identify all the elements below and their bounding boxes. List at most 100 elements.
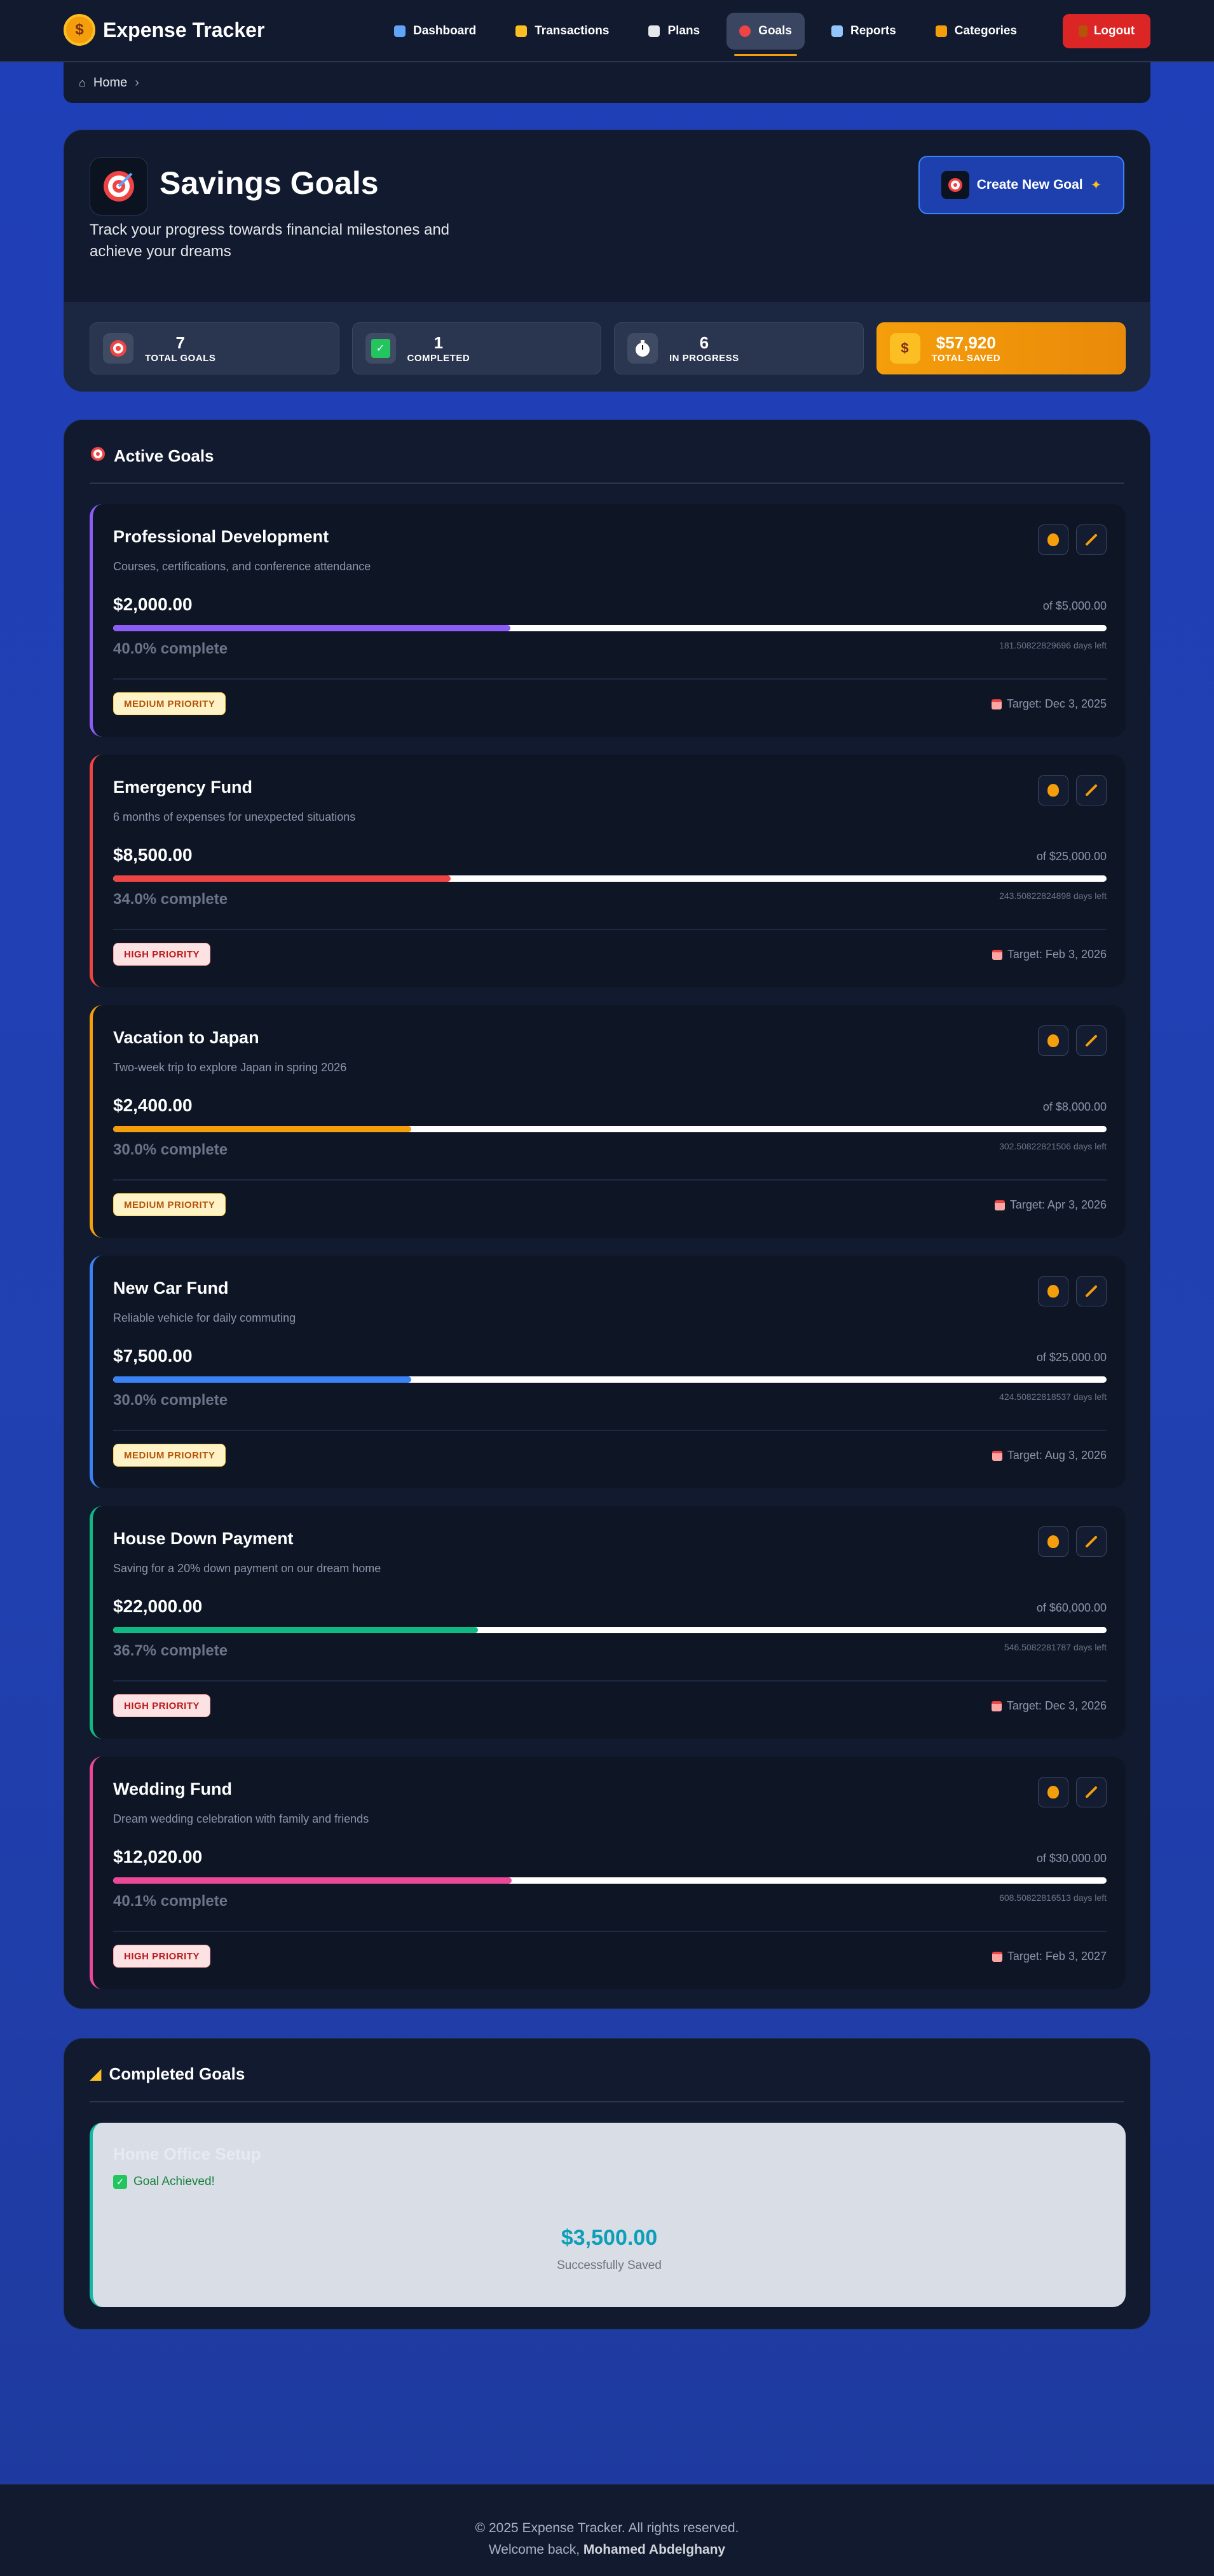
- divider: [113, 1179, 1107, 1181]
- page-title: Savings Goals: [160, 165, 379, 201]
- priority-badge: HIGH PRIORITY: [113, 943, 211, 966]
- divider: [113, 1430, 1107, 1431]
- goal-days-left: 181.50822829696 days left: [999, 640, 1107, 650]
- calendar-icon: [991, 699, 1002, 709]
- completed-goals-title: Completed Goals: [109, 2064, 245, 2083]
- money-bag-icon: $: [889, 333, 920, 364]
- edit-goal-button[interactable]: [1076, 1276, 1107, 1306]
- goal-actions: [1038, 1025, 1107, 1056]
- divider: [113, 929, 1107, 930]
- goal-target-amount: of $25,000.00: [1036, 850, 1107, 863]
- goal-percent: 40.0% complete: [113, 640, 228, 657]
- goal-description: Reliable vehicle for daily commuting: [113, 1312, 296, 1324]
- nav-reports[interactable]: Reports: [819, 13, 909, 50]
- priority-badge: HIGH PRIORITY: [113, 1945, 211, 1968]
- goal-target-amount: of $30,000.00: [1036, 1852, 1107, 1865]
- navbar: $ Expense Tracker Dashboard Transactions…: [0, 0, 1214, 62]
- progress-fill: [113, 625, 511, 631]
- stats-row: 7 TOTAL GOALS ✓ 1 COMPLETED 6 IN PROGRESS $…: [64, 302, 1150, 391]
- edit-goal-button[interactable]: [1076, 524, 1107, 555]
- goal-card[interactable]: House Down Payment Saving for a 20% down …: [90, 1506, 1126, 1739]
- goal-description: Courses, certifications, and conference …: [113, 560, 371, 573]
- goal-current-amount: $2,000.00: [113, 594, 193, 614]
- edit-goal-button[interactable]: [1076, 1025, 1107, 1056]
- pencil-icon: [1086, 1536, 1097, 1547]
- nav-transactions[interactable]: Transactions: [503, 13, 622, 50]
- goal-card[interactable]: Emergency Fund 6 months of expenses for u…: [90, 755, 1126, 987]
- edit-goal-button[interactable]: [1076, 1526, 1107, 1557]
- party-popper-icon: ◢: [90, 2066, 102, 2083]
- goal-card[interactable]: New Car Fund Reliable vehicle for daily c…: [90, 1256, 1126, 1488]
- logout-label: Logout: [1093, 24, 1135, 38]
- target-icon: [941, 171, 969, 199]
- edit-goal-button[interactable]: [1076, 775, 1107, 805]
- goal-days-left: 243.50822824898 days left: [999, 891, 1107, 901]
- breadcrumb-home[interactable]: Home: [93, 76, 127, 90]
- goal-description: Two-week trip to explore Japan in spring…: [113, 1061, 347, 1074]
- goal-description: 6 months of expenses for unexpected situ…: [113, 811, 356, 823]
- breadcrumb: ⌂ Home ›: [64, 62, 1150, 103]
- nav-plans[interactable]: Plans: [636, 13, 713, 50]
- goal-target-date: Target: Aug 3, 2026: [992, 1449, 1107, 1462]
- brand-name: Expense Tracker: [103, 18, 265, 41]
- goal-current-amount: $12,020.00: [113, 1847, 203, 1867]
- stat-total-goals: 7 TOTAL GOALS: [90, 322, 339, 374]
- goal-target-date-text: Target: Aug 3, 2026: [1007, 1449, 1107, 1462]
- target-icon: [90, 157, 148, 216]
- progress-bar: [113, 1376, 1107, 1383]
- completed-goal-title: Home Office Setup: [113, 2144, 261, 2163]
- divider: [113, 678, 1107, 680]
- goal-percent: 36.7% complete: [113, 1642, 228, 1659]
- goal-card[interactable]: Vacation to Japan Two-week trip to explor…: [90, 1005, 1126, 1238]
- money-bag-icon: [1047, 1034, 1059, 1047]
- add-money-button[interactable]: [1038, 524, 1068, 555]
- goal-card[interactable]: Professional Development Courses, certifi…: [90, 504, 1126, 737]
- completed-goal-card[interactable]: Home Office Setup ✓ Goal Achieved! $3,50…: [90, 2123, 1126, 2307]
- nav-goals[interactable]: Goals: [726, 13, 805, 56]
- goal-actions: [1038, 1276, 1107, 1306]
- edit-goal-button[interactable]: [1076, 1777, 1107, 1807]
- goal-days-left: 424.50822818537 days left: [999, 1392, 1107, 1402]
- goal-actions: [1038, 775, 1107, 805]
- stat-label: TOTAL SAVED: [931, 353, 1001, 364]
- goal-title: New Car Fund: [113, 1278, 229, 1298]
- goal-target-date: Target: Dec 3, 2025: [991, 697, 1107, 711]
- add-money-button[interactable]: [1038, 1276, 1068, 1306]
- door-icon: [1078, 25, 1088, 37]
- add-money-button[interactable]: [1038, 1025, 1068, 1056]
- nav-categories-label: Categories: [954, 24, 1017, 38]
- add-money-button[interactable]: [1038, 1777, 1068, 1807]
- target-icon: [739, 25, 751, 37]
- logout-button[interactable]: Logout: [1063, 14, 1150, 48]
- goal-target-amount: of $25,000.00: [1036, 1351, 1107, 1364]
- footer-welcome-text: Welcome back,: [488, 2542, 580, 2557]
- hero-panel: Savings Goals Track your progress toward…: [64, 130, 1150, 392]
- add-money-button[interactable]: [1038, 1526, 1068, 1557]
- nav-dashboard[interactable]: Dashboard: [381, 13, 489, 50]
- goal-title: Vacation to Japan: [113, 1028, 259, 1047]
- add-money-button[interactable]: [1038, 775, 1068, 805]
- goal-target-date-text: Target: Feb 3, 2026: [1007, 948, 1107, 961]
- goal-actions: [1038, 1526, 1107, 1557]
- sparkle-icon: ✦: [1090, 177, 1102, 193]
- stat-value: 1: [433, 333, 444, 352]
- goal-percent: 30.0% complete: [113, 1141, 228, 1158]
- pencil-icon: [1086, 1786, 1097, 1798]
- create-goal-label: Create New Goal: [976, 177, 1083, 192]
- goal-achieved: ✓ Goal Achieved!: [113, 2175, 215, 2189]
- progress-fill: [113, 1376, 411, 1383]
- brand[interactable]: $ Expense Tracker: [64, 14, 264, 46]
- goal-target-date-text: Target: Dec 3, 2025: [1006, 697, 1107, 710]
- nav-categories[interactable]: Categories: [923, 13, 1030, 50]
- progress-fill: [113, 1126, 411, 1132]
- goal-card[interactable]: Wedding Fund Dream wedding celebration wi…: [90, 1757, 1126, 1989]
- goal-target-date: Target: Apr 3, 2026: [994, 1198, 1107, 1212]
- goal-days-left: 546.5082281787 days left: [1004, 1642, 1107, 1652]
- create-goal-button[interactable]: Create New Goal ✦: [918, 156, 1124, 214]
- target-icon: [103, 333, 133, 364]
- stat-total-saved: $ $57,920 TOTAL SAVED: [876, 322, 1126, 374]
- goal-target-date-text: Target: Feb 3, 2027: [1007, 1950, 1107, 1963]
- progress-fill: [113, 1877, 512, 1884]
- goal-target-date-text: Target: Apr 3, 2026: [1009, 1198, 1107, 1211]
- pencil-icon: [1086, 1035, 1097, 1046]
